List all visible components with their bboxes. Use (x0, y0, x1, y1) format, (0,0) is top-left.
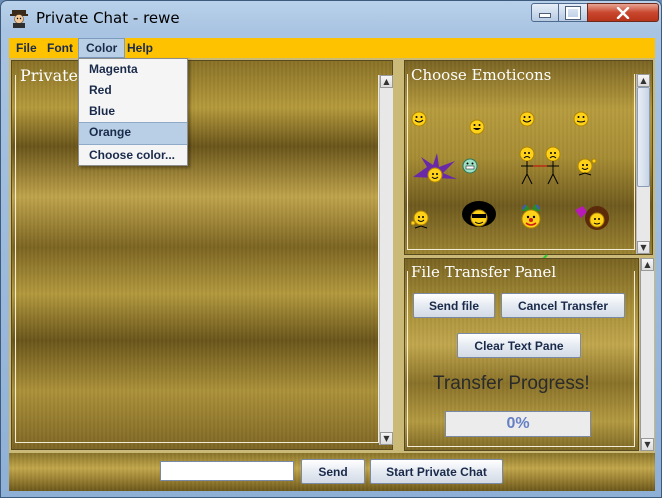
file-transfer-panel-title: File Transfer Panel (411, 263, 557, 281)
jester-emoticon[interactable] (409, 153, 459, 189)
menu-bar: File Font Color Help (9, 38, 655, 58)
chat-scrollbar[interactable]: ▲ ▼ (379, 75, 393, 445)
smile-emoticon[interactable] (573, 111, 589, 131)
start-private-chat-button[interactable]: Start Private Chat (370, 459, 503, 484)
smile-emoticon[interactable] (519, 111, 535, 131)
color-menu-item-choose-color[interactable]: Choose color... (79, 145, 187, 166)
minimize-icon (539, 13, 551, 18)
file-transfer-panel: File Transfer Panel Send file Cancel Tra… (404, 258, 639, 451)
scroll-down-icon[interactable]: ▼ (380, 432, 393, 445)
color-menu-item-orange[interactable]: Orange (79, 122, 187, 145)
emoticons-panel: Choose Emoticons ▲ ▼ (404, 60, 653, 262)
send-button[interactable]: Send (301, 459, 365, 484)
rocker-emoticon[interactable] (573, 204, 613, 236)
color-menu-item-magenta[interactable]: Magenta (79, 59, 187, 80)
window-title: Private Chat - rewe (36, 9, 180, 27)
menu-font[interactable]: Font (40, 38, 80, 58)
smile-emoticon[interactable] (411, 111, 427, 131)
waving-emoticon[interactable] (575, 157, 597, 185)
bottom-bar: Send Start Private Chat (9, 453, 655, 491)
scroll-down-icon[interactable]: ▼ (641, 438, 654, 451)
clown-emoticon[interactable] (517, 203, 545, 237)
right-scrollbar[interactable]: ▲ ▼ (640, 258, 654, 451)
user-avatar-icon (9, 8, 29, 28)
grin-emoticon[interactable] (469, 119, 485, 139)
transfer-progress-label: Transfer Progress! (433, 373, 590, 394)
cancel-transfer-button[interactable]: Cancel Transfer (501, 293, 625, 318)
sad-couple-emoticon[interactable] (515, 146, 563, 190)
scroll-up-icon[interactable]: ▲ (637, 74, 650, 87)
close-button[interactable] (587, 3, 659, 22)
minimize-button[interactable] (531, 3, 559, 22)
menu-color[interactable]: Color (78, 38, 126, 58)
transfer-progress-bar: 0% (445, 411, 591, 437)
maximize-icon (566, 6, 580, 19)
message-input[interactable] (160, 461, 294, 481)
color-menu-dropdown: Magenta Red Blue Orange Choose color... (78, 58, 188, 166)
title-bar[interactable]: Private Chat - rewe (1, 1, 661, 35)
teeth-emoticon[interactable] (462, 158, 478, 178)
send-file-button[interactable]: Send file (413, 293, 495, 318)
progress-percent: 0% (506, 415, 530, 432)
afro-emoticon[interactable] (461, 201, 497, 235)
color-menu-item-red[interactable]: Red (79, 80, 187, 101)
maximize-button[interactable] (558, 3, 588, 22)
scroll-down-icon[interactable]: ▼ (637, 241, 650, 254)
scroll-thumb[interactable] (637, 87, 650, 187)
color-menu-item-blue[interactable]: Blue (79, 101, 187, 122)
waving-emoticon[interactable] (410, 209, 433, 237)
chat-panel-border (15, 75, 379, 443)
menu-file[interactable]: File (9, 38, 44, 58)
menu-help[interactable]: Help (120, 38, 160, 58)
emoticons-panel-title: Choose Emoticons (411, 66, 552, 84)
scroll-up-icon[interactable]: ▲ (380, 75, 393, 88)
app-window: Private Chat - rewe File Font Color Help… (0, 0, 662, 498)
clear-text-pane-button[interactable]: Clear Text Pane (457, 333, 581, 358)
scroll-up-icon[interactable]: ▲ (641, 258, 654, 271)
close-icon (588, 4, 658, 21)
emoticons-scrollbar[interactable]: ▲ ▼ (636, 74, 650, 254)
chat-panel: Private Chat ▲ ▼ (11, 60, 393, 450)
